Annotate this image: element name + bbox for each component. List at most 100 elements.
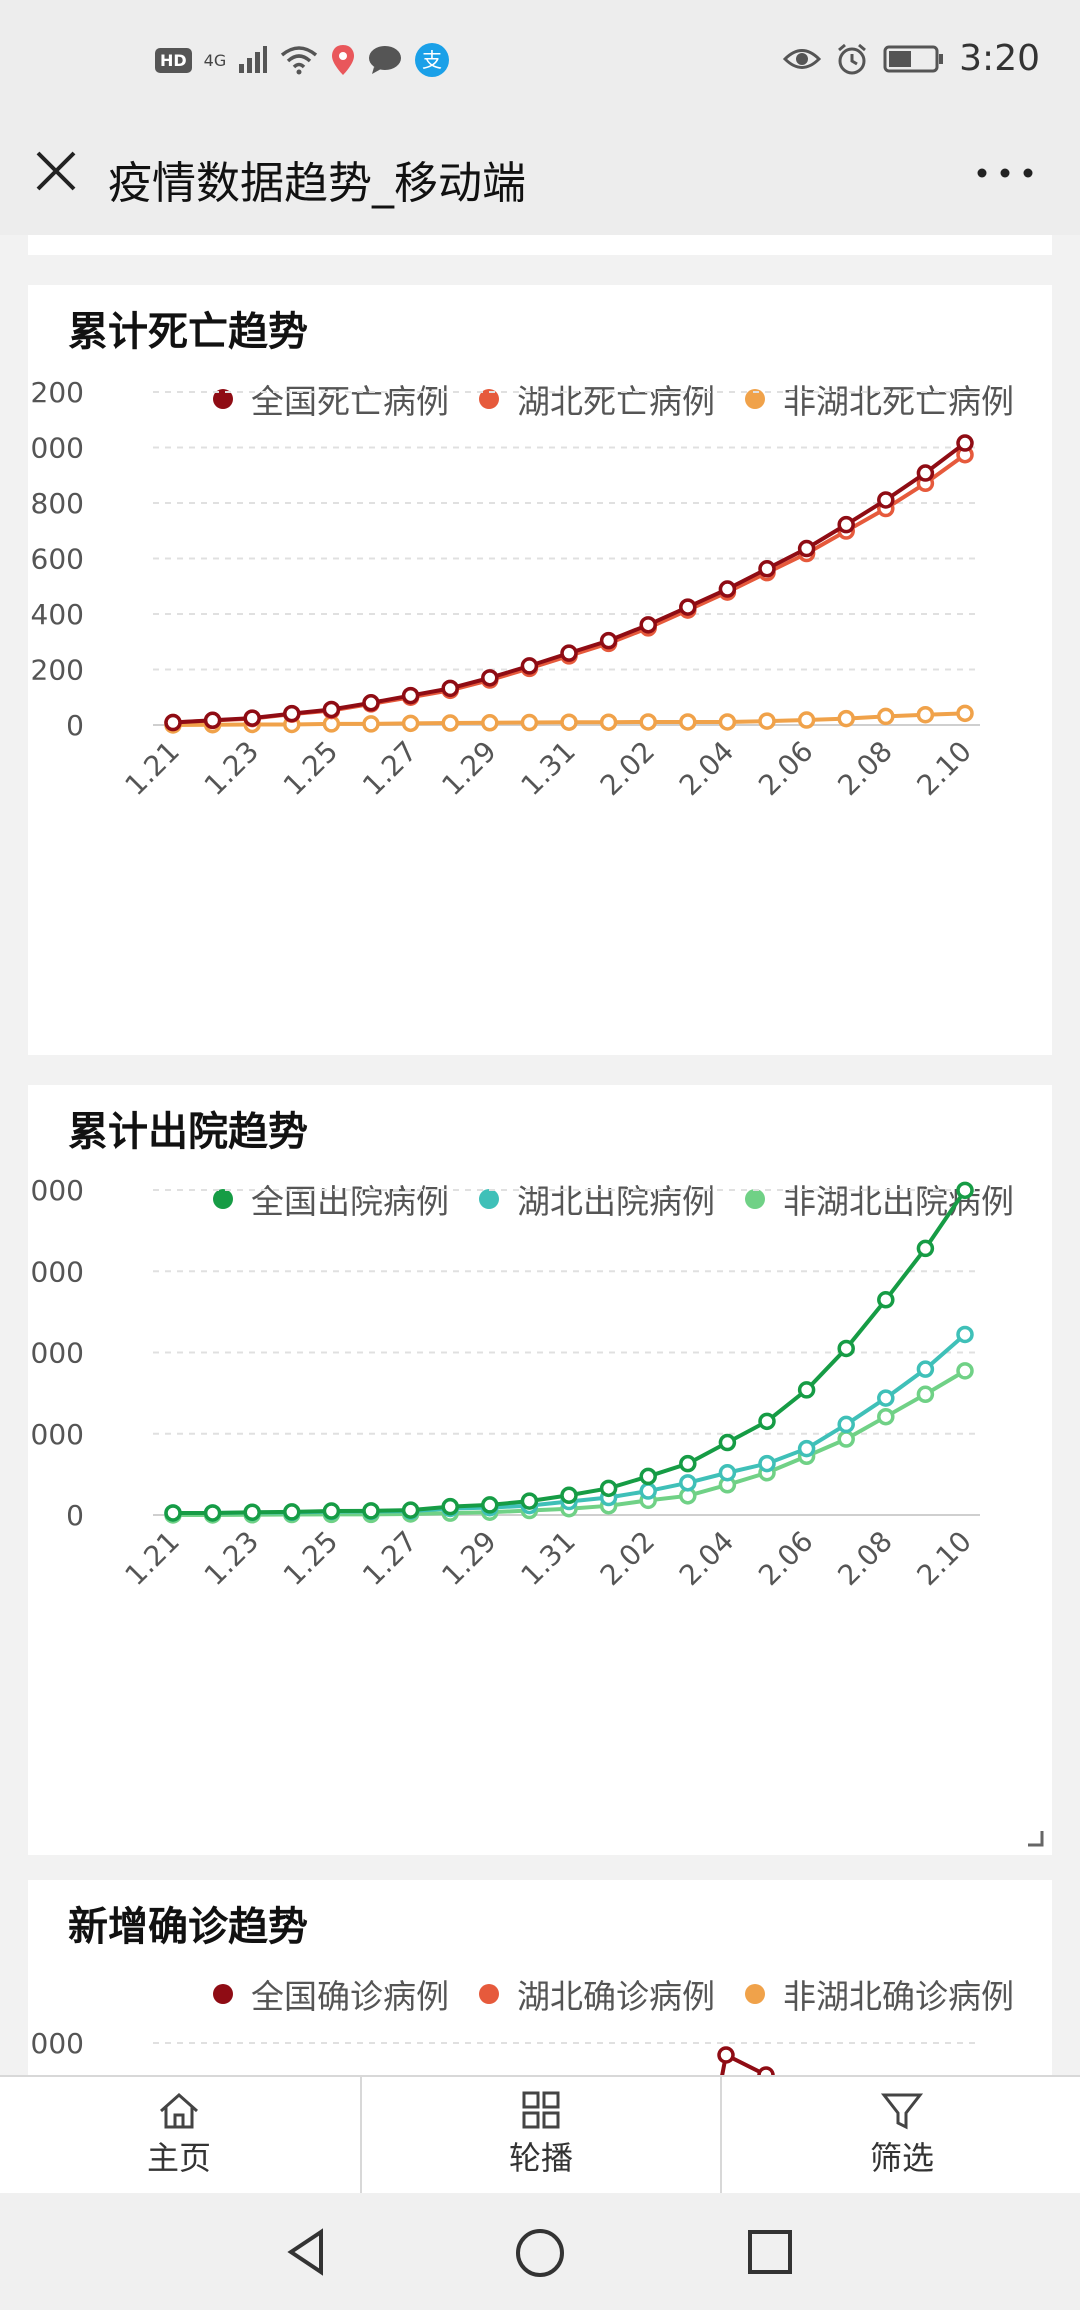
new-confirmed-trend-chart[interactable]: 4,000 — [28, 1880, 1052, 2075]
tab-filter[interactable]: 筛选 — [720, 2077, 1080, 2195]
x-tick-label: 1.27 — [356, 735, 423, 802]
tab-home[interactable]: 主页 — [0, 2077, 358, 2195]
system-nav-bar — [0, 2193, 1080, 2310]
data-point — [758, 712, 776, 730]
eye-icon — [783, 48, 822, 69]
y-tick-label: 600 — [31, 543, 84, 576]
x-tick-label: 1.29 — [435, 1525, 502, 1592]
data-point — [599, 713, 618, 731]
close-icon[interactable] — [30, 145, 82, 197]
status-left: HD 4G 支 — [155, 42, 450, 78]
data-point — [758, 1412, 776, 1431]
data-point — [441, 1497, 459, 1516]
data-point — [877, 1291, 895, 1309]
x-tick-label: 2.04 — [673, 1525, 740, 1592]
death-trend-chart[interactable]: 02004006008001,0001,2001.211.231.251.271… — [28, 285, 1052, 1055]
series-line — [172, 441, 967, 725]
data-point — [916, 705, 935, 724]
x-tick-label: 2.02 — [594, 1525, 661, 1592]
data-point — [401, 686, 420, 705]
data-point — [956, 1325, 974, 1344]
y-tick-label: 1,000 — [28, 1418, 84, 1451]
data-point — [441, 679, 459, 698]
x-tick-label: 1.25 — [277, 1525, 344, 1592]
signal-icon — [239, 46, 268, 73]
data-point — [956, 434, 974, 452]
data-point — [718, 713, 737, 731]
y-tick-label: 4,000 — [28, 1174, 84, 1207]
data-point — [599, 631, 618, 650]
data-point — [956, 1181, 974, 1200]
data-point — [837, 1415, 855, 1434]
alarm-icon — [838, 43, 867, 74]
clock-time: 3:20 — [959, 38, 1040, 79]
data-point — [481, 1496, 499, 1514]
more-options-icon[interactable] — [970, 147, 1040, 197]
data-point — [401, 1501, 420, 1519]
recents-icon[interactable] — [745, 2227, 795, 2277]
data-point — [520, 713, 539, 732]
home-circle-icon[interactable] — [514, 2227, 566, 2279]
data-point — [639, 713, 657, 731]
data-point — [797, 539, 816, 558]
y-tick-label: 1,000 — [28, 432, 84, 465]
data-point — [758, 560, 776, 578]
previous-card-edge — [28, 235, 1052, 255]
data-point — [877, 707, 895, 726]
data-point — [243, 709, 261, 727]
grid-icon — [522, 2091, 560, 2129]
data-point — [164, 713, 182, 732]
x-tick-label: 1.21 — [119, 735, 186, 802]
data-point — [718, 1433, 737, 1452]
data-point — [679, 1454, 697, 1473]
location-pin-icon — [332, 45, 355, 75]
x-tick-label: 1.25 — [277, 735, 344, 802]
back-icon[interactable] — [283, 2227, 333, 2277]
data-point — [599, 1479, 618, 1498]
data-point — [877, 1389, 895, 1407]
data-point — [560, 713, 578, 731]
alipay-icon: 支 — [415, 43, 450, 77]
data-point — [758, 1454, 776, 1473]
discharge-trend-chart[interactable]: 0 1,000 2,000 3,000 4,000 1.211.231.251.271.2… — [28, 1085, 1052, 1855]
x-tick-label: 2.08 — [831, 735, 898, 802]
tab-label: 主页 — [146, 2139, 211, 2177]
data-point — [164, 1504, 182, 1522]
data-point — [956, 1362, 974, 1380]
bottom-tab-bar: 主页 轮播 筛选 — [0, 2075, 1080, 2195]
x-tick-label: 1.29 — [435, 735, 502, 802]
x-tick-label: 1.27 — [356, 1525, 423, 1592]
x-tick-label: 1.31 — [515, 1525, 582, 1592]
series-line — [172, 453, 967, 725]
x-tick-label: 2.04 — [673, 735, 740, 802]
new-confirmed-trend-card: 新增确诊趋势 全国确诊病例 湖北确诊病例 非湖北确诊病例 4,000 — [28, 1880, 1052, 2075]
hd-badge: HD — [155, 47, 192, 73]
y-tick-label: 1,200 — [28, 376, 84, 409]
status-right: 3:20 — [783, 38, 1040, 79]
data-point — [362, 715, 380, 733]
x-tick-label: 2.08 — [831, 1525, 898, 1592]
x-tick-label: 2.10 — [911, 1525, 978, 1592]
content-area[interactable]: 累计死亡趋势 全国死亡病例 湖北死亡病例 非湖北死亡病例 0 200 400 600 8… — [0, 235, 1080, 2075]
data-point — [441, 714, 459, 732]
data-point — [757, 2066, 775, 2075]
data-point — [560, 1486, 578, 1505]
data-point — [877, 491, 895, 509]
x-tick-label: 2.02 — [594, 735, 661, 802]
y-tick-label: 200 — [31, 654, 84, 687]
data-point — [639, 1482, 657, 1500]
data-point — [718, 1464, 737, 1482]
data-point — [797, 1439, 816, 1458]
tab-carousel[interactable]: 轮播 — [360, 2077, 720, 2195]
data-point — [679, 598, 697, 616]
data-point — [322, 1502, 341, 1520]
data-point — [520, 657, 539, 675]
network-label: 4G — [203, 50, 227, 70]
battery-icon — [883, 45, 944, 72]
y-tick-label: 2,000 — [28, 1337, 84, 1370]
data-point — [837, 709, 855, 728]
data-point — [718, 580, 737, 598]
data-point — [679, 713, 697, 731]
data-point — [560, 644, 578, 662]
data-point — [916, 1239, 935, 1258]
